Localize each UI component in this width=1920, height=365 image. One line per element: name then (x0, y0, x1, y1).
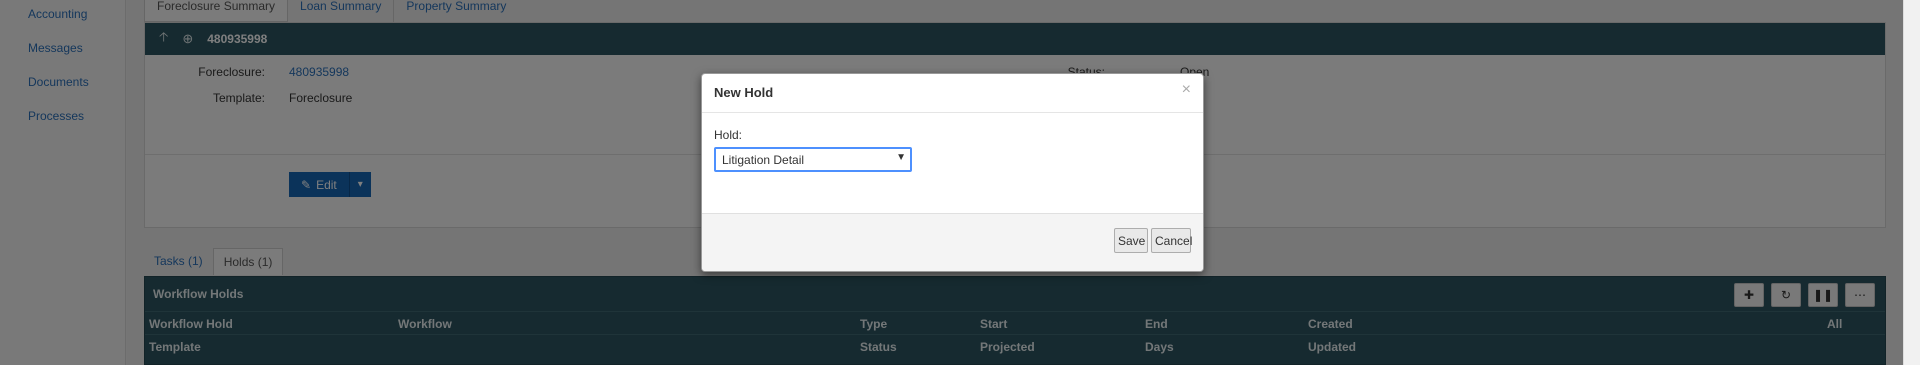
close-icon[interactable]: × (1182, 82, 1191, 98)
hold-select-value: Litigation Detail (722, 153, 805, 167)
hold-label: Hold: (714, 128, 743, 142)
page-scrollbar[interactable] (1903, 0, 1920, 365)
new-hold-dialog: New Hold × Hold: Litigation Detail ▼ Sav… (701, 73, 1204, 272)
dialog-title: New Hold (714, 85, 774, 100)
dialog-header: New Hold × (702, 74, 1203, 113)
dialog-footer: Save Cancel (702, 213, 1203, 271)
cancel-button[interactable]: Cancel (1151, 228, 1192, 253)
hold-select[interactable]: Litigation Detail ▼ (714, 147, 912, 172)
dialog-body: Hold: Litigation Detail ▼ (702, 113, 1203, 214)
chevron-down-icon: ▼ (896, 152, 906, 163)
save-button[interactable]: Save (1114, 228, 1148, 253)
